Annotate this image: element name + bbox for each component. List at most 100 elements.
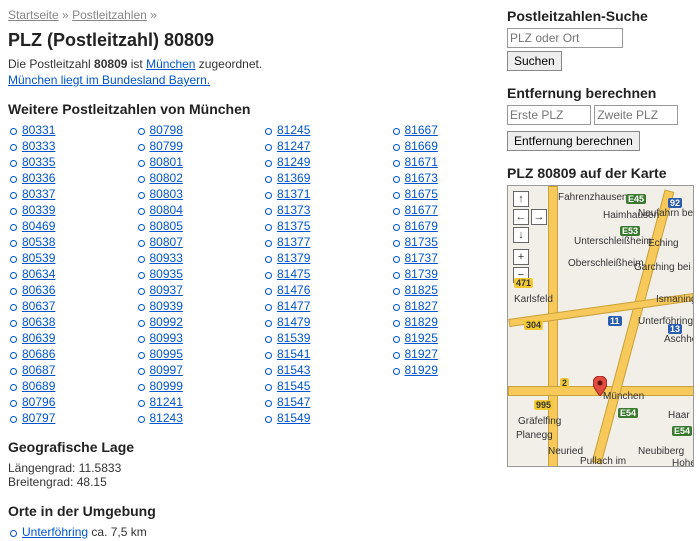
- plz-link[interactable]: 81377: [277, 235, 310, 249]
- plz-link[interactable]: 80797: [22, 411, 55, 425]
- plz-link[interactable]: 81476: [277, 283, 310, 297]
- plz-link[interactable]: 81241: [150, 395, 183, 409]
- plz-link[interactable]: 80997: [150, 363, 183, 377]
- plz-link[interactable]: 80637: [22, 299, 55, 313]
- state-link[interactable]: München liegt im Bundesland Bayern.: [8, 73, 210, 87]
- plz-link[interactable]: 80939: [150, 299, 183, 313]
- plz-link[interactable]: 80796: [22, 395, 55, 409]
- plz-link[interactable]: 80337: [22, 187, 55, 201]
- pan-left-icon[interactable]: ←: [513, 209, 529, 225]
- pan-right-icon[interactable]: →: [531, 209, 547, 225]
- plz-item: 81479: [277, 315, 371, 329]
- plz-link[interactable]: 81539: [277, 331, 310, 345]
- plz-link[interactable]: 80935: [150, 267, 183, 281]
- plz-link[interactable]: 81477: [277, 299, 310, 313]
- breadcrumb-section[interactable]: Postleitzahlen: [72, 8, 147, 22]
- plz-link[interactable]: 81669: [405, 139, 438, 153]
- search-input[interactable]: [507, 28, 623, 48]
- plz-link[interactable]: 80805: [150, 219, 183, 233]
- map-city-label: München: [603, 391, 644, 402]
- map-road-badge: E53: [620, 226, 640, 236]
- plz-item: 81737: [405, 251, 499, 265]
- plz-link[interactable]: 81541: [277, 347, 310, 361]
- distance-from-input[interactable]: [507, 105, 591, 125]
- plz-link[interactable]: 81369: [277, 171, 310, 185]
- plz-link[interactable]: 80801: [150, 155, 183, 169]
- plz-link[interactable]: 81547: [277, 395, 310, 409]
- plz-link[interactable]: 80636: [22, 283, 55, 297]
- plz-link[interactable]: 81549: [277, 411, 310, 425]
- plz-list: 80331 80333 80335 80336 80337 80339 80469 80538…: [8, 123, 498, 425]
- plz-link[interactable]: 81247: [277, 139, 310, 153]
- plz-link[interactable]: 80634: [22, 267, 55, 281]
- pan-up-icon[interactable]: ↑: [513, 191, 529, 207]
- plz-link[interactable]: 80999: [150, 379, 183, 393]
- plz-link[interactable]: 81479: [277, 315, 310, 329]
- plz-link[interactable]: 80995: [150, 347, 183, 361]
- plz-link[interactable]: 80992: [150, 315, 183, 329]
- plz-link[interactable]: 81671: [405, 155, 438, 169]
- plz-link[interactable]: 80538: [22, 235, 55, 249]
- plz-link[interactable]: 80331: [22, 123, 55, 137]
- plz-link[interactable]: 81371: [277, 187, 310, 201]
- plz-link[interactable]: 80686: [22, 347, 55, 361]
- plz-item: 81379: [277, 251, 371, 265]
- map[interactable]: ↑ ←→ ↓ + − FahrenzhausenHaimhausenNeufah…: [507, 185, 694, 467]
- breadcrumb-home[interactable]: Startseite: [8, 8, 59, 22]
- search-button[interactable]: Suchen: [507, 51, 562, 71]
- plz-link[interactable]: 81543: [277, 363, 310, 377]
- plz-link[interactable]: 81667: [405, 123, 438, 137]
- plz-link[interactable]: 80339: [22, 203, 55, 217]
- plz-link[interactable]: 81545: [277, 379, 310, 393]
- plz-link[interactable]: 80807: [150, 235, 183, 249]
- plz-link[interactable]: 81379: [277, 251, 310, 265]
- plz-link[interactable]: 80336: [22, 171, 55, 185]
- plz-link[interactable]: 81375: [277, 219, 310, 233]
- plz-link[interactable]: 81245: [277, 123, 310, 137]
- pan-down-icon[interactable]: ↓: [513, 227, 529, 243]
- plz-item: 80339: [22, 203, 116, 217]
- plz-link[interactable]: 80937: [150, 283, 183, 297]
- plz-link[interactable]: 80469: [22, 219, 55, 233]
- plz-link[interactable]: 81679: [405, 219, 438, 233]
- plz-link[interactable]: 81739: [405, 267, 438, 281]
- plz-link[interactable]: 80539: [22, 251, 55, 265]
- plz-link[interactable]: 81373: [277, 203, 310, 217]
- plz-link[interactable]: 80799: [150, 139, 183, 153]
- plz-link[interactable]: 81929: [405, 363, 438, 377]
- plz-link[interactable]: 80335: [22, 155, 55, 169]
- plz-link[interactable]: 80803: [150, 187, 183, 201]
- distance-button[interactable]: Entfernung berechnen: [507, 131, 640, 151]
- plz-link[interactable]: 81475: [277, 267, 310, 281]
- city-link[interactable]: München: [146, 57, 195, 71]
- plz-link[interactable]: 80333: [22, 139, 55, 153]
- plz-link[interactable]: 80689: [22, 379, 55, 393]
- plz-link[interactable]: 81925: [405, 331, 438, 345]
- plz-link[interactable]: 80993: [150, 331, 183, 345]
- plz-link[interactable]: 80798: [150, 123, 183, 137]
- plz-link[interactable]: 80933: [150, 251, 183, 265]
- plz-link[interactable]: 80802: [150, 171, 183, 185]
- plz-link[interactable]: 80687: [22, 363, 55, 377]
- plz-link[interactable]: 81737: [405, 251, 438, 265]
- map-city-label: Neufahrn bei Freising: [638, 208, 694, 219]
- plz-link[interactable]: 80804: [150, 203, 183, 217]
- near-link[interactable]: Unterföhring: [22, 525, 88, 539]
- plz-link[interactable]: 81677: [405, 203, 438, 217]
- plz-item: 80335: [22, 155, 116, 169]
- plz-link[interactable]: 81675: [405, 187, 438, 201]
- plz-item: 81241: [150, 395, 244, 409]
- plz-link[interactable]: 81673: [405, 171, 438, 185]
- plz-link[interactable]: 80638: [22, 315, 55, 329]
- zoom-in-icon[interactable]: +: [513, 249, 529, 265]
- distance-to-input[interactable]: [594, 105, 678, 125]
- plz-link[interactable]: 81927: [405, 347, 438, 361]
- plz-link[interactable]: 81243: [150, 411, 183, 425]
- plz-link[interactable]: 81829: [405, 315, 438, 329]
- plz-link[interactable]: 80639: [22, 331, 55, 345]
- plz-link[interactable]: 81827: [405, 299, 438, 313]
- plz-link[interactable]: 81735: [405, 235, 438, 249]
- plz-link[interactable]: 81825: [405, 283, 438, 297]
- plz-item: 81371: [277, 187, 371, 201]
- plz-link[interactable]: 81249: [277, 155, 310, 169]
